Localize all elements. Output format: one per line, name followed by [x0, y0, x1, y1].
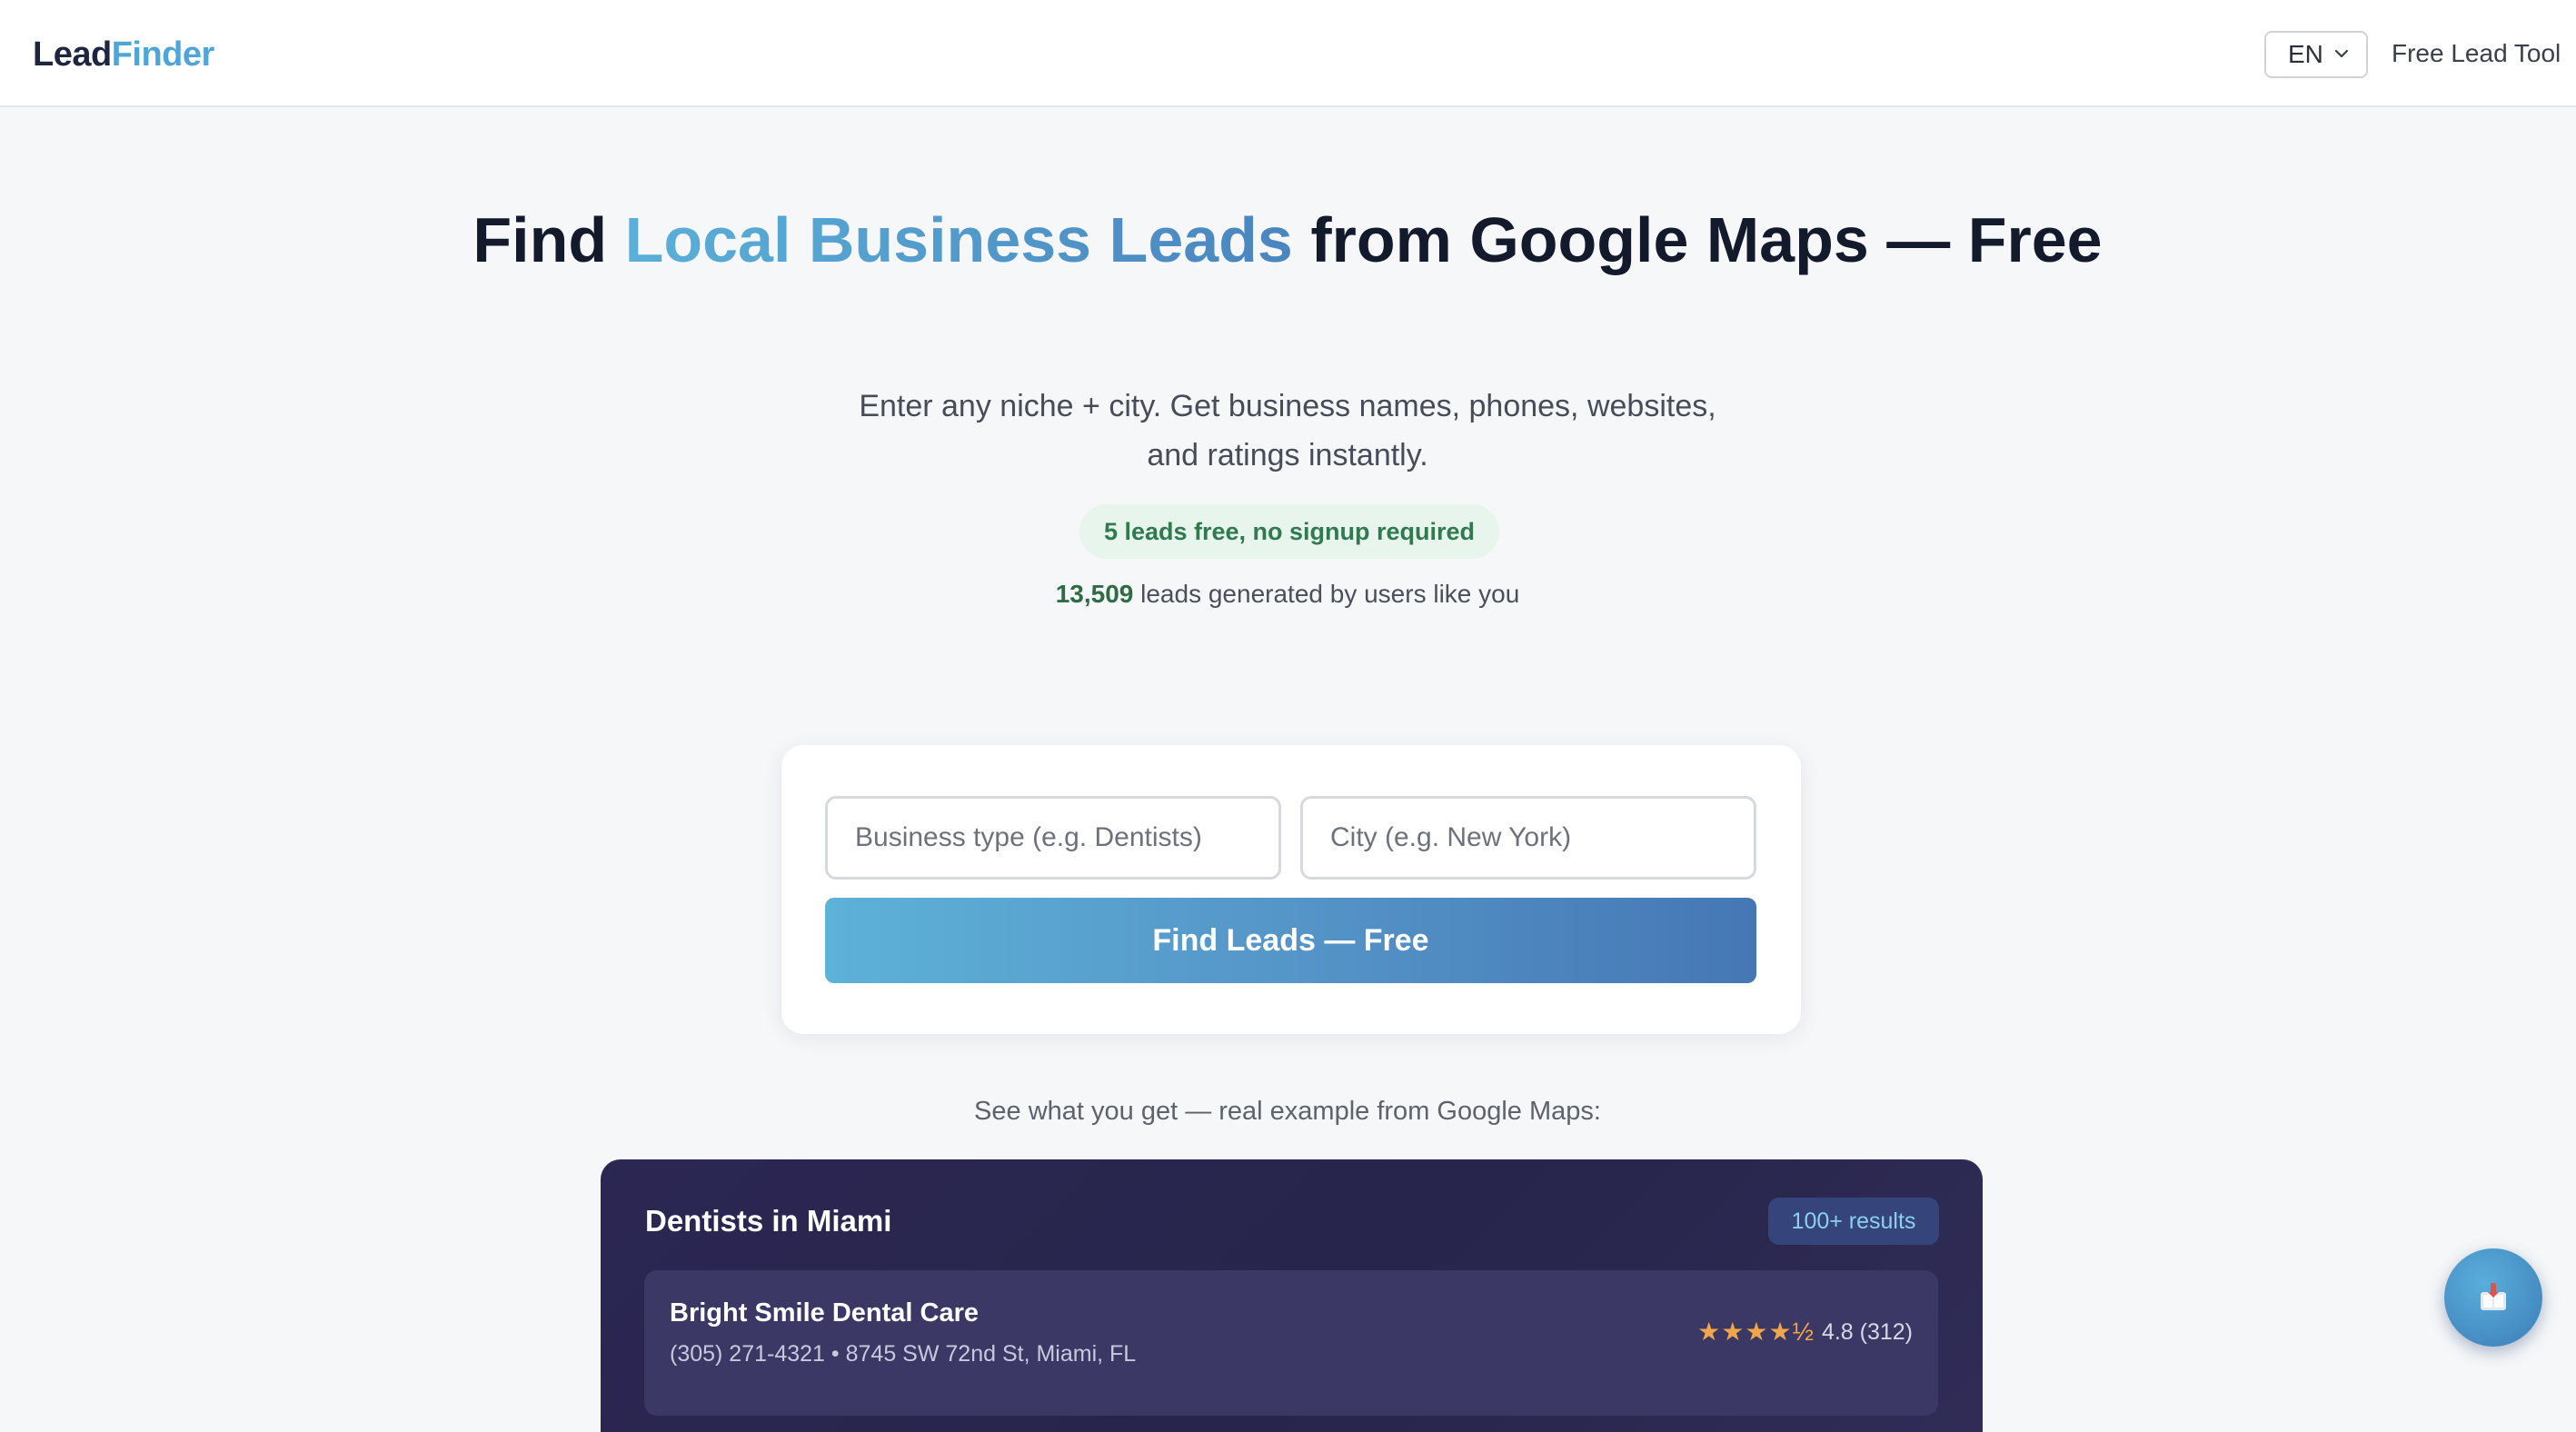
hero-subtitle: Enter any niche + city. Get business nam…: [859, 389, 1716, 472]
chevron-down-icon: [2334, 49, 2349, 58]
leads-count-line: 13,509 leads generated by users like you: [833, 576, 1742, 612]
example-results-panel: Dentists in Miami 100+ results Bright Sm…: [601, 1159, 1983, 1432]
free-lead-tool-link[interactable]: Free Lead Tool: [2392, 35, 2561, 73]
result-rating-value: 4.8 (312): [1821, 1319, 1913, 1345]
floating-help-button[interactable]: [2444, 1248, 2542, 1347]
star-rating-icon: ★★★★½: [1697, 1318, 1815, 1346]
result-business-name: Bright Smile Dental Care: [670, 1298, 980, 1328]
search-card: Find Leads — Free: [781, 745, 1801, 1034]
logo-lead-text: Lead: [33, 35, 112, 74]
result-card: Bright Smile Dental Care (305) 271-4321 …: [644, 1270, 1938, 1416]
hero-title-accent: Local Business Leads: [624, 204, 1293, 275]
hero-title-end: from Google Maps — Free: [1292, 204, 2103, 275]
free-leads-badge: 5 leads free, no signup required: [1079, 504, 1499, 559]
language-value: EN: [2288, 40, 2323, 68]
language-select[interactable]: EN: [2264, 31, 2368, 78]
business-type-input[interactable]: [825, 796, 1281, 880]
logo[interactable]: LeadFinder: [33, 31, 214, 78]
leads-count-text: leads generated by users like you: [1133, 580, 1520, 608]
find-leads-button[interactable]: Find Leads — Free: [825, 898, 1756, 983]
leads-count-value: 13,509: [1055, 580, 1134, 608]
hero-title-start: Find: [472, 204, 625, 275]
example-caption: See what you get — real example from Goo…: [974, 1097, 1601, 1126]
chat-book-icon: [2481, 1283, 2506, 1310]
city-input[interactable]: [1300, 796, 1756, 880]
hero-title: Find Local Business Leads from Google Ma…: [379, 200, 2196, 280]
result-rating: ★★★★½ 4.8 (312): [1697, 1316, 1913, 1348]
results-count-badge: 100+ results: [1768, 1198, 1939, 1245]
logo-finder-text: Finder: [111, 35, 215, 74]
top-header: LeadFinder EN Free Lead Tool: [0, 0, 2576, 107]
result-contact-info: (305) 271-4321 • 8745 SW 72nd St, Miami,…: [670, 1341, 1137, 1367]
example-panel-title: Dentists in Miami: [645, 1204, 892, 1238]
